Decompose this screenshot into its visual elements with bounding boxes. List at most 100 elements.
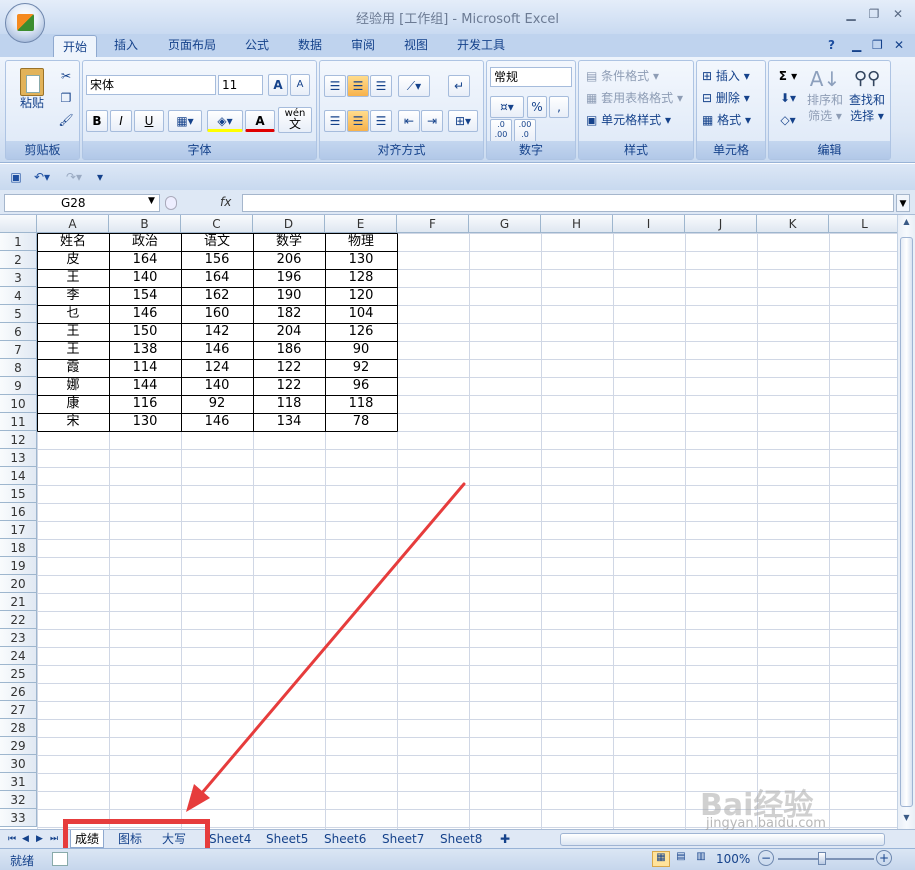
- name-box-dropdown-icon[interactable]: ▼: [148, 196, 160, 210]
- table-cell[interactable]: 140: [181, 377, 253, 395]
- worksheet-grid[interactable]: A B C D E F G H I J K L 1 2 3 4 5 6 7 8 9 10 11 12 13 14 15 16 17 18 1…: [0, 215, 897, 829]
- row-header[interactable]: 12: [0, 431, 37, 449]
- row-header[interactable]: 26: [0, 683, 37, 701]
- table-header-cell[interactable]: 物理: [325, 233, 397, 251]
- row-header[interactable]: 4: [0, 287, 37, 305]
- underline-button[interactable]: U: [134, 110, 164, 132]
- undo-icon[interactable]: ↶▾: [28, 166, 56, 188]
- comma-button[interactable]: ,: [549, 96, 569, 118]
- table-cell[interactable]: 138: [109, 341, 181, 359]
- row-header[interactable]: 23: [0, 629, 37, 647]
- table-format-button[interactable]: ▦ 套用表格格式 ▾: [585, 87, 693, 109]
- table-cell[interactable]: 120: [325, 287, 397, 305]
- table-cell[interactable]: 宋: [37, 413, 109, 431]
- table-cell[interactable]: 190: [253, 287, 325, 305]
- table-cell[interactable]: 154: [109, 287, 181, 305]
- prev-sheet-icon[interactable]: ◀: [18, 830, 33, 848]
- sheet-tab-sheet6[interactable]: Sheet6: [320, 830, 370, 848]
- row-header[interactable]: 32: [0, 791, 37, 809]
- table-header-cell[interactable]: 姓名: [37, 233, 109, 251]
- clear-icon[interactable]: ◇▾: [773, 109, 803, 131]
- row-header[interactable]: 33: [0, 809, 37, 827]
- table-cell[interactable]: 92: [181, 395, 253, 413]
- row-header[interactable]: 30: [0, 755, 37, 773]
- row-header[interactable]: 5: [0, 305, 37, 323]
- column-header[interactable]: K: [757, 215, 829, 233]
- table-cell[interactable]: 114: [109, 359, 181, 377]
- row-header[interactable]: 19: [0, 557, 37, 575]
- decrease-decimal-button[interactable]: .00.0: [514, 119, 536, 143]
- save-icon[interactable]: ▣: [6, 166, 26, 188]
- tab-formulas[interactable]: 公式: [241, 34, 273, 58]
- merge-center-icon[interactable]: ⊞▾: [448, 110, 478, 132]
- table-cell[interactable]: 124: [181, 359, 253, 377]
- zoom-slider-track[interactable]: [778, 858, 874, 860]
- table-cell[interactable]: 204: [253, 323, 325, 341]
- table-cell[interactable]: 王: [37, 269, 109, 287]
- row-header[interactable]: 14: [0, 467, 37, 485]
- table-cell[interactable]: 王: [37, 341, 109, 359]
- row-header[interactable]: 17: [0, 521, 37, 539]
- office-button[interactable]: [5, 3, 45, 43]
- zoom-in-icon[interactable]: +: [876, 850, 892, 866]
- column-header[interactable]: G: [469, 215, 541, 233]
- wrap-text-icon[interactable]: ↵: [448, 75, 470, 97]
- table-header-cell[interactable]: 政治: [109, 233, 181, 251]
- table-cell[interactable]: 128: [325, 269, 397, 287]
- format-painter-icon[interactable]: 🖌: [56, 109, 76, 131]
- italic-button[interactable]: I: [110, 110, 132, 132]
- row-header[interactable]: 16: [0, 503, 37, 521]
- borders-icon[interactable]: ▦▾: [168, 110, 202, 132]
- ribbon-minimize-icon[interactable]: ▁: [848, 34, 865, 58]
- phonetic-button[interactable]: wén 文: [278, 107, 312, 133]
- minimize-button[interactable]: ▁: [843, 7, 859, 21]
- increase-decimal-button[interactable]: .0.00: [490, 119, 512, 143]
- table-cell[interactable]: 146: [181, 413, 253, 431]
- row-header[interactable]: 9: [0, 377, 37, 395]
- tab-home[interactable]: 开始: [53, 35, 97, 59]
- table-cell[interactable]: 118: [253, 395, 325, 413]
- align-bottom-icon[interactable]: ☰: [370, 75, 392, 97]
- column-header[interactable]: J: [685, 215, 757, 233]
- row-header[interactable]: 8: [0, 359, 37, 377]
- table-header-cell[interactable]: 数学: [253, 233, 325, 251]
- row-header[interactable]: 3: [0, 269, 37, 287]
- column-header[interactable]: L: [829, 215, 897, 233]
- row-header[interactable]: 24: [0, 647, 37, 665]
- row-header[interactable]: 1: [0, 233, 37, 251]
- table-cell[interactable]: 李: [37, 287, 109, 305]
- ribbon-close-icon[interactable]: ✕: [890, 34, 908, 58]
- column-header[interactable]: B: [109, 215, 181, 233]
- scroll-up-icon[interactable]: ▲: [900, 217, 913, 230]
- table-cell[interactable]: 康: [37, 395, 109, 413]
- grow-font-button[interactable]: A: [268, 74, 288, 96]
- formula-input[interactable]: [242, 194, 894, 212]
- table-cell[interactable]: 146: [181, 341, 253, 359]
- table-cell[interactable]: 140: [109, 269, 181, 287]
- align-center-icon[interactable]: ☰: [347, 110, 369, 132]
- copy-icon[interactable]: ❐: [56, 87, 76, 109]
- percent-button[interactable]: %: [527, 96, 547, 118]
- cell-styles-button[interactable]: ▣ 单元格样式 ▾: [585, 109, 689, 131]
- row-header[interactable]: 31: [0, 773, 37, 791]
- ribbon-restore-icon[interactable]: ❐: [868, 34, 887, 58]
- table-cell[interactable]: 霞: [37, 359, 109, 377]
- table-cell[interactable]: 134: [253, 413, 325, 431]
- align-right-icon[interactable]: ☰: [370, 110, 392, 132]
- table-cell[interactable]: 150: [109, 323, 181, 341]
- table-cell[interactable]: 104: [325, 305, 397, 323]
- row-header[interactable]: 18: [0, 539, 37, 557]
- row-header[interactable]: 15: [0, 485, 37, 503]
- cut-icon[interactable]: ✂: [56, 65, 76, 87]
- column-header[interactable]: D: [253, 215, 325, 233]
- horizontal-scrollbar[interactable]: [560, 833, 885, 846]
- number-format-select[interactable]: 常规: [490, 67, 572, 87]
- tab-review[interactable]: 审阅: [347, 34, 379, 58]
- table-cell[interactable]: 130: [109, 413, 181, 431]
- table-cell[interactable]: 92: [325, 359, 397, 377]
- table-header-cell[interactable]: 语文: [181, 233, 253, 251]
- row-header[interactable]: 27: [0, 701, 37, 719]
- macro-record-icon[interactable]: [52, 852, 68, 866]
- table-cell[interactable]: 156: [181, 251, 253, 269]
- table-cell[interactable]: 160: [181, 305, 253, 323]
